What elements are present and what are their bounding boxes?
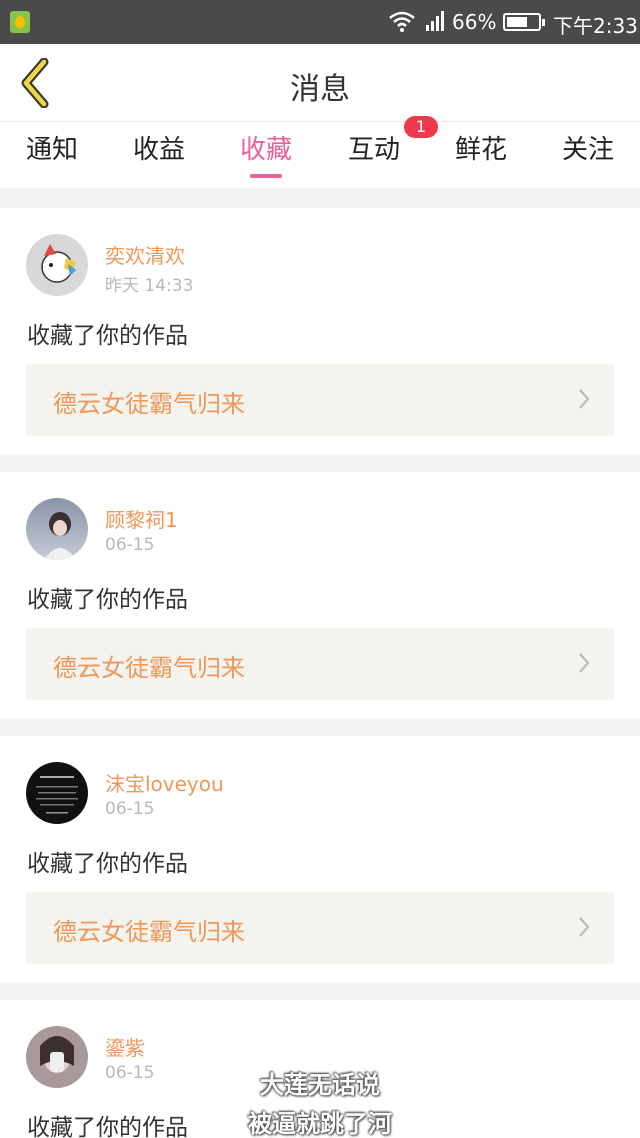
list-item: 顾黎祠1 06-15 收藏了你的作品 德云女徒霸气归来 bbox=[0, 472, 640, 718]
tab-label: 鲜花 bbox=[454, 135, 507, 165]
active-tab-indicator bbox=[250, 174, 282, 178]
nav-bar: 消息 bbox=[0, 44, 640, 122]
tab-label: 通知 bbox=[25, 135, 78, 165]
work-title: 德云女徒霸气归来 bbox=[53, 654, 245, 682]
tab-bar: 通知 收益 收藏 互动 1 鲜花 关注 bbox=[0, 116, 640, 188]
chevron-right-icon bbox=[579, 389, 590, 409]
timestamp: 昨天 14:33 bbox=[105, 276, 194, 296]
wifi-icon bbox=[389, 11, 415, 32]
tab-flowers[interactable]: 鲜花 bbox=[441, 122, 521, 188]
avatar[interactable] bbox=[26, 234, 88, 296]
tab-notifications[interactable]: 通知 bbox=[12, 122, 92, 188]
timestamp: 06-15 bbox=[105, 535, 155, 555]
avatar[interactable] bbox=[26, 498, 88, 560]
app-notification-icon bbox=[10, 11, 30, 33]
work-link[interactable]: 德云女徒霸气归来 bbox=[26, 892, 614, 964]
work-link[interactable]: 德云女徒霸气归来 bbox=[26, 364, 614, 436]
timestamp: 06-15 bbox=[105, 799, 155, 819]
tab-interactions[interactable]: 互动 1 bbox=[334, 116, 438, 188]
battery-icon bbox=[503, 13, 545, 31]
page-title: 消息 bbox=[290, 72, 350, 107]
username[interactable]: 顾黎祠1 bbox=[105, 504, 178, 533]
list-item: 沫宝loveyou 06-15 收藏了你的作品 德云女徒霸气归来 bbox=[0, 736, 640, 982]
chevron-right-icon bbox=[579, 653, 590, 673]
work-title: 德云女徒霸气归来 bbox=[53, 390, 245, 418]
list-item: 奕欢清欢 昨天 14:33 收藏了你的作品 德云女徒霸气归来 bbox=[0, 208, 640, 454]
subtitle-line-1: 大莲无话说 bbox=[260, 1071, 380, 1099]
tab-earnings[interactable]: 收益 bbox=[119, 122, 199, 188]
avatar[interactable] bbox=[26, 762, 88, 824]
tab-following[interactable]: 关注 bbox=[548, 122, 628, 188]
username[interactable]: 沫宝loveyou bbox=[105, 768, 224, 797]
action-text: 收藏了你的作品 bbox=[27, 587, 188, 613]
username[interactable]: 鎏紫 bbox=[105, 1032, 145, 1061]
tab-label: 互动 bbox=[347, 135, 400, 165]
tab-label: 收藏 bbox=[239, 135, 292, 165]
action-text: 收藏了你的作品 bbox=[27, 851, 188, 877]
tab-favorites[interactable]: 收藏 bbox=[226, 122, 306, 188]
username[interactable]: 奕欢清欢 bbox=[105, 240, 185, 269]
battery-percent: 66% bbox=[452, 10, 497, 34]
action-text: 收藏了你的作品 bbox=[27, 323, 188, 349]
signal-icon bbox=[426, 11, 444, 31]
work-link[interactable]: 德云女徒霸气归来 bbox=[26, 628, 614, 700]
clock: 下午2:33 bbox=[553, 14, 638, 38]
work-title: 德云女徒霸气归来 bbox=[53, 918, 245, 946]
chevron-right-icon bbox=[579, 917, 590, 937]
status-bar: 66% 下午2:33 bbox=[0, 0, 640, 44]
tab-label: 收益 bbox=[132, 135, 185, 165]
unread-badge: 1 bbox=[404, 116, 438, 138]
tab-label: 关注 bbox=[561, 135, 614, 165]
subtitle-line-2: 被逼就跳了河 bbox=[248, 1110, 392, 1138]
